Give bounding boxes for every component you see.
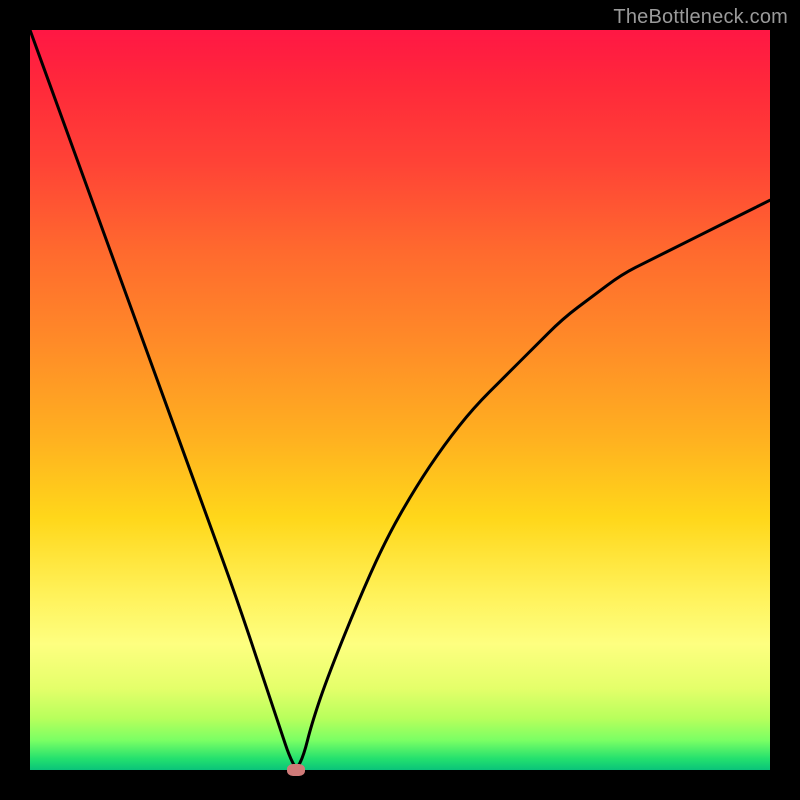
optimal-point-marker: [287, 764, 305, 776]
watermark-text: TheBottleneck.com: [613, 6, 788, 29]
plot-area: [30, 30, 770, 770]
chart-frame: TheBottleneck.com: [0, 0, 800, 800]
bottleneck-curve: [30, 30, 770, 770]
